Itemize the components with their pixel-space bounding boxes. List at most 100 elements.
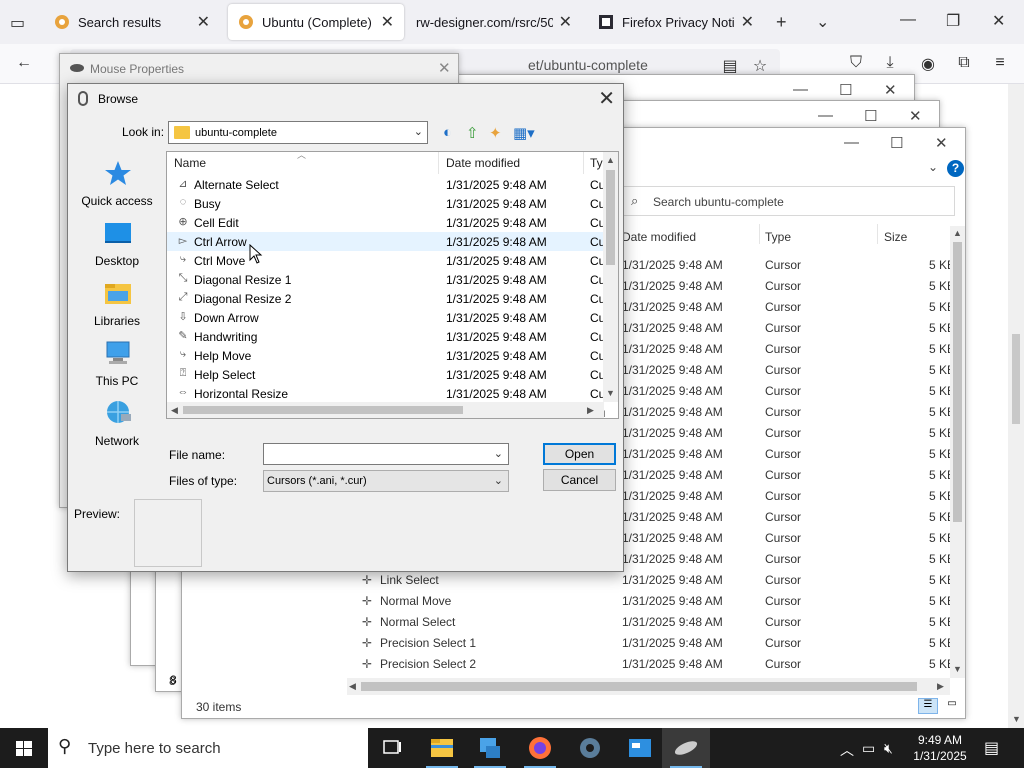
scroll-left-icon[interactable]: ◀ [349,681,356,692]
taskbar-control-panel[interactable] [466,728,514,768]
tab-search-results[interactable]: Search results ✕ [44,4,220,40]
table-row[interactable]: ✛ Precision Select 2 1/31/2025 9:48 AM Curs… [352,654,955,675]
column-divider[interactable] [877,224,878,244]
files-of-type-dropdown[interactable]: Cursors (*.ani, *.cur) ⌄ [263,470,509,492]
file-row[interactable]: ▻ Ctrl Arrow 1/31/2025 9:48 AM Cu [167,232,605,251]
file-list-horizontal-scrollbar[interactable]: ◀ ▶ [167,402,604,418]
maximize-icon[interactable]: ☐ [890,134,903,152]
notifications-icon[interactable]: ▤ [984,738,999,758]
look-in-dropdown[interactable]: ubuntu-complete ⌄ [168,121,428,144]
column-divider[interactable] [438,152,439,174]
taskbar-mouse-properties[interactable] [662,728,710,768]
scroll-thumb[interactable] [183,406,463,414]
file-row[interactable]: ⇔ Horizontal Resize 1/31/2025 9:48 AM Cu [167,384,606,403]
reader-view-icon[interactable]: ▤ [720,56,740,76]
task-view-button[interactable] [368,728,416,768]
place-libraries[interactable]: Libraries [74,280,160,338]
explorer-vertical-scrollbar[interactable]: ▲ ▼ [950,226,965,678]
scroll-thumb[interactable] [606,170,615,265]
chevron-down-icon[interactable]: ⌄ [928,160,938,174]
tab-rw-designer[interactable]: rw-designer.com/rsrc/5073 ✕ [406,4,582,40]
scroll-right-icon[interactable]: ▶ [937,681,944,692]
table-row[interactable]: ✛ Normal Move 1/31/2025 9:48 AM Cursor 5 KB [352,591,955,612]
large-icons-view-icon[interactable]: ▭ [942,698,962,714]
tab-ubuntu-complete[interactable]: Ubuntu (Complete) Cu ✕ [228,4,404,40]
tab-list-icon[interactable]: ▭ [10,13,25,33]
scroll-down-icon[interactable]: ▼ [1012,714,1021,724]
column-date-modified[interactable]: Date modified [622,230,696,244]
network-status-icon[interactable]: ▭ [862,740,875,757]
file-row[interactable]: ⍰ Help Select 1/31/2025 9:48 AM Cu [167,365,606,384]
close-tab-icon[interactable]: ✕ [197,12,210,32]
cancel-button[interactable]: Cancel [543,469,616,491]
table-row[interactable]: ✛ Link Select 1/31/2025 9:48 AM Cursor 5 KB [352,570,955,591]
volume-muted-icon[interactable]: 🔇︎ [884,740,893,757]
close-icon[interactable]: ✕ [884,81,897,99]
table-row[interactable]: ✛ Precision Select 1 1/31/2025 9:48 AM Curs… [352,633,955,654]
back-icon[interactable]: ◐ [443,124,452,141]
file-row[interactable]: ⤢ Diagonal Resize 2 1/31/2025 9:48 AM Cu [167,289,606,308]
up-folder-icon[interactable]: ⇧ [466,124,479,142]
minimize-icon[interactable]: — [793,81,808,98]
file-row[interactable]: ⇩ Down Arrow 1/31/2025 9:48 AM Cu [167,308,605,327]
file-row[interactable]: ⊕ Cell Edit 1/31/2025 9:48 AM Cu [167,213,605,232]
close-window-icon[interactable]: ✕ [992,11,1005,31]
column-type[interactable]: Ty [590,156,603,170]
file-row[interactable]: ⤷ Help Move 1/31/2025 9:48 AM Cu [167,346,605,365]
help-icon[interactable]: ? [947,160,964,177]
file-row[interactable]: ⊿ Alternate Select 1/31/2025 9:48 AM Cu [167,175,605,194]
file-row[interactable]: ◌ Busy 1/31/2025 9:48 AM Cu [167,194,606,213]
extensions-icon[interactable]: ⧉ [954,54,974,72]
column-type[interactable]: Type [765,230,791,244]
file-row[interactable]: ✎ Handwriting 1/31/2025 9:48 AM Cu [167,327,605,346]
column-divider[interactable] [759,224,760,244]
column-divider[interactable] [583,152,584,174]
scroll-left-icon[interactable]: ◀ [171,405,178,416]
scroll-thumb[interactable] [361,682,917,691]
file-name-input[interactable]: ⌄ [263,443,509,465]
taskbar-search-box[interactable]: ⚲ Type here to search [48,728,368,768]
taskbar-app-window[interactable] [616,728,664,768]
account-icon[interactable]: ◉ [918,54,938,74]
tab-firefox-privacy[interactable]: Firefox Privacy Notice – ✕ [588,4,764,40]
close-tab-icon[interactable]: ✕ [741,12,754,32]
close-icon[interactable]: ✕ [909,107,922,125]
close-icon[interactable]: ✕ [598,86,615,111]
new-folder-icon[interactable]: ✦ [489,124,502,142]
bookmark-star-icon[interactable]: ☆ [750,56,770,76]
scroll-thumb[interactable] [953,242,962,522]
start-button[interactable] [0,728,48,768]
chevron-down-icon[interactable]: ⌄ [816,12,829,32]
scroll-down-icon[interactable]: ▼ [953,664,962,674]
download-icon[interactable]: ⤓ [880,54,900,72]
menu-icon[interactable]: ≡ [990,54,1010,72]
place-quick-access[interactable]: Quick access [74,160,160,218]
file-row[interactable]: ⤡ Diagonal Resize 1 1/31/2025 9:48 AM Cu [167,270,606,289]
scroll-up-icon[interactable]: ▲ [606,155,615,165]
browser-scrollbar[interactable]: ▼ [1008,84,1024,728]
taskbar-file-explorer[interactable] [418,728,466,768]
scroll-down-icon[interactable]: ▼ [606,388,615,398]
scroll-right-icon[interactable]: ▶ [587,405,594,416]
open-button[interactable]: Open [543,443,616,465]
taskbar-firefox[interactable] [516,728,564,768]
clock[interactable]: 9:49 AM 1/31/2025 [905,732,975,764]
back-icon[interactable]: ← [14,54,34,72]
file-row[interactable]: ⤷ Ctrl Move 1/31/2025 9:48 AM Cu [167,251,605,270]
minimize-icon[interactable]: — [844,134,859,151]
place-network[interactable]: Network [74,400,160,458]
chevron-up-icon[interactable]: ︿ [840,740,854,760]
taskbar-settings[interactable] [566,728,614,768]
file-list-vertical-scrollbar[interactable]: ▲ ▼ [603,152,618,402]
place-desktop[interactable]: Desktop [74,220,160,278]
pocket-icon[interactable]: ⛉ [846,54,866,72]
scroll-up-icon[interactable]: ▲ [953,228,962,238]
new-tab-icon[interactable]: + [776,12,787,33]
column-size[interactable]: Size [884,230,907,244]
chevron-down-icon[interactable]: ⌄ [494,447,503,460]
column-name[interactable]: Name [174,156,206,170]
maximize-icon[interactable]: ☐ [839,81,852,99]
table-row[interactable]: ✛ Normal Select 1/31/2025 9:48 AM Cursor 5 K… [352,612,955,633]
column-date-modified[interactable]: Date modified [446,156,520,170]
details-view-icon[interactable]: ☰ [918,698,938,714]
